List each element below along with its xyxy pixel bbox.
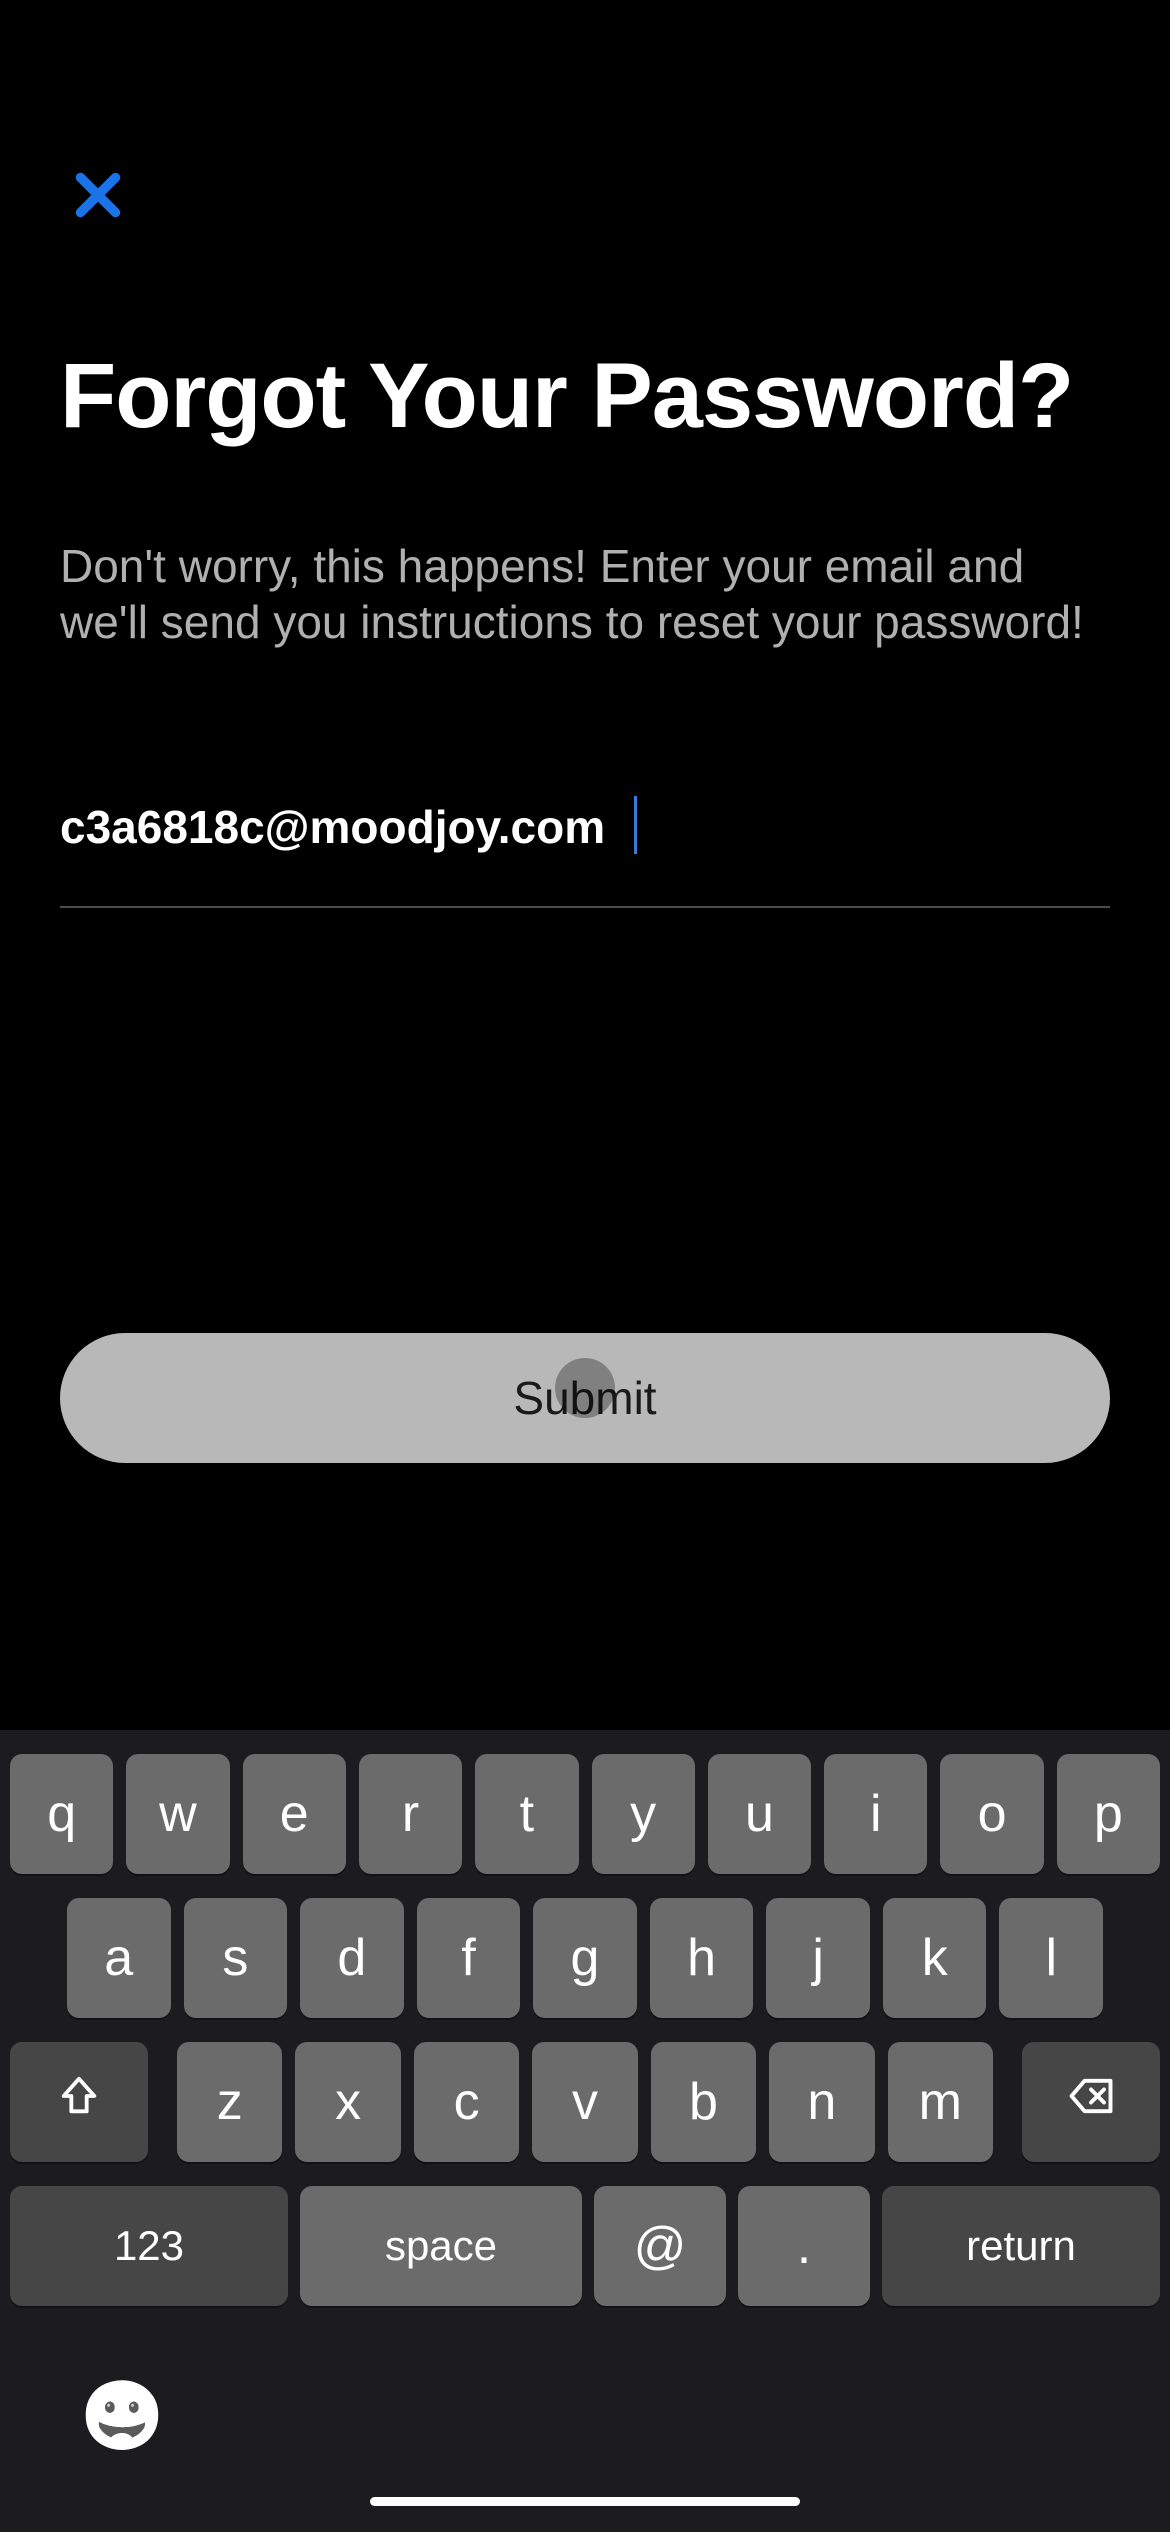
submit-button[interactable]: Submit	[60, 1333, 1110, 1463]
key-w[interactable]: w	[126, 1754, 229, 1874]
key-r[interactable]: r	[359, 1754, 462, 1874]
backspace-icon	[1065, 2070, 1117, 2135]
key-space[interactable]: space	[300, 2186, 582, 2306]
key-l[interactable]: l	[999, 1898, 1103, 2018]
key-h[interactable]: h	[650, 1898, 754, 2018]
key-s[interactable]: s	[184, 1898, 288, 2018]
page-subtitle: Don't worry, this happens! Enter your em…	[60, 538, 1110, 650]
key-n[interactable]: n	[769, 2042, 874, 2162]
key-k[interactable]: k	[883, 1898, 987, 2018]
key-o[interactable]: o	[940, 1754, 1043, 1874]
keyboard-row-1: q w e r t y u i o p	[0, 1754, 1170, 1874]
key-z[interactable]: z	[177, 2042, 282, 2162]
key-m[interactable]: m	[888, 2042, 993, 2162]
key-j[interactable]: j	[766, 1898, 870, 2018]
on-screen-keyboard: q w e r t y u i o p a s d f g h j k l z …	[0, 1730, 1170, 2532]
key-u[interactable]: u	[708, 1754, 811, 1874]
close-button[interactable]	[68, 165, 128, 230]
keyboard-row-3: z x c v b n m	[0, 2042, 1170, 2162]
key-g[interactable]: g	[533, 1898, 637, 2018]
key-b[interactable]: b	[651, 2042, 756, 2162]
key-period[interactable]: .	[738, 2186, 870, 2306]
shift-icon	[56, 2072, 102, 2132]
key-q[interactable]: q	[10, 1754, 113, 1874]
key-numbers[interactable]: 123	[10, 2186, 288, 2306]
key-c[interactable]: c	[414, 2042, 519, 2162]
key-f[interactable]: f	[417, 1898, 521, 2018]
key-y[interactable]: y	[592, 1754, 695, 1874]
key-a[interactable]: a	[67, 1898, 171, 2018]
key-x[interactable]: x	[295, 2042, 400, 2162]
email-input[interactable]	[60, 800, 1110, 854]
key-e[interactable]: e	[243, 1754, 346, 1874]
text-cursor	[634, 796, 637, 854]
keyboard-row-4: 123 space @ . return	[0, 2186, 1170, 2306]
key-p[interactable]: p	[1057, 1754, 1160, 1874]
email-field-container[interactable]	[60, 800, 1110, 908]
page-title: Forgot Your Password?	[60, 345, 1110, 448]
key-backspace[interactable]	[1022, 2042, 1160, 2162]
close-icon	[68, 165, 128, 230]
keyboard-footer: 😀	[0, 2332, 1170, 2532]
key-v[interactable]: v	[532, 2042, 637, 2162]
keyboard-row-2: a s d f g h j k l	[0, 1898, 1170, 2018]
key-t[interactable]: t	[475, 1754, 578, 1874]
key-shift[interactable]	[10, 2042, 148, 2162]
touch-indicator	[555, 1358, 615, 1418]
key-i[interactable]: i	[824, 1754, 927, 1874]
key-d[interactable]: d	[300, 1898, 404, 2018]
emoji-button[interactable]: 😀	[80, 2382, 165, 2450]
emoji-icon: 😀	[80, 2378, 165, 2454]
key-return[interactable]: return	[882, 2186, 1160, 2306]
key-at[interactable]: @	[594, 2186, 726, 2306]
home-indicator[interactable]	[370, 2497, 800, 2506]
